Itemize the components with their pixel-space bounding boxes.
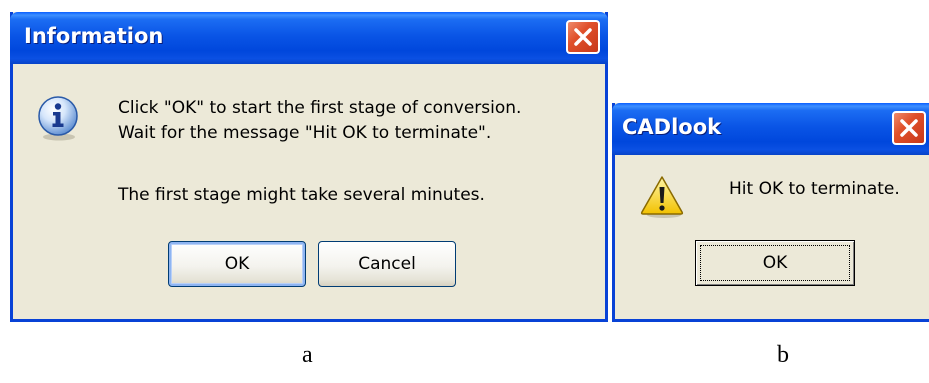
cadlook-message: Hit OK to terminate. [729, 179, 900, 199]
close-icon [574, 28, 592, 46]
ok-button[interactable]: OK [695, 240, 855, 286]
close-button[interactable] [566, 20, 600, 54]
information-message-line-3: The first stage might take several minut… [118, 185, 485, 205]
caption-b: b [777, 342, 789, 368]
information-message-line-2: Wait for the message "Hit OK to terminat… [118, 123, 492, 143]
info-icon [34, 94, 82, 142]
information-title: Information [24, 24, 164, 48]
close-button[interactable] [892, 111, 926, 145]
information-titlebar[interactable]: Information [10, 12, 608, 64]
cadlook-dialog: CADlook Hit OK to terminate. OK [612, 103, 929, 322]
caption-a: a [302, 342, 313, 368]
close-icon [900, 119, 918, 137]
cancel-button[interactable]: Cancel [318, 241, 456, 287]
warning-icon [639, 174, 685, 220]
information-dialog: Information Click "OK" to start the firs… [10, 12, 608, 322]
ok-button[interactable]: OK [168, 241, 306, 287]
cadlook-title: CADlook [622, 115, 722, 139]
cadlook-titlebar[interactable]: CADlook [612, 103, 929, 155]
information-message-line-1: Click "OK" to start the first stage of c… [118, 98, 522, 118]
